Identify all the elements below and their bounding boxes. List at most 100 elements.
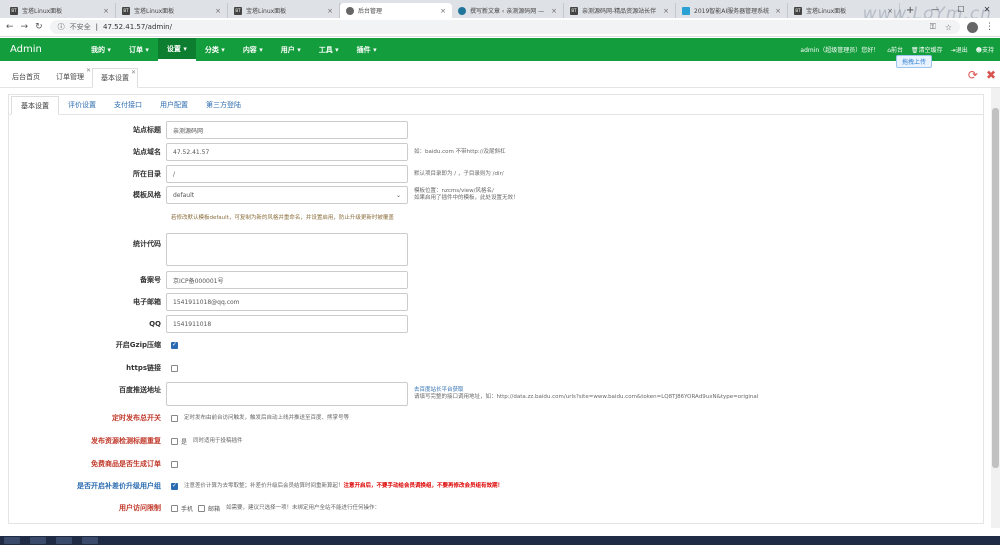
stats-code-label: 统计代码 [133, 240, 161, 248]
support-label: 支持 [981, 47, 994, 54]
upgrade-diff-help-text: 注意差价计算为去零取整；补差价升级后会员结算时间重新算起！ [184, 482, 344, 489]
bt-favicon-icon: BT [570, 6, 578, 15]
upgrade-diff-checkbox[interactable] [171, 482, 178, 490]
taskbar-item[interactable] [30, 537, 46, 544]
access-email-label: 邮箱 [208, 505, 221, 513]
browser-tab[interactable]: 2019智能AI服务器管理系统 × [676, 3, 788, 18]
tab-basic-settings[interactable]: 基本设置 ✕ [92, 68, 138, 88]
tab-orders[interactable]: 订单管理 ✕ [48, 67, 92, 87]
browser-tab[interactable]: BT 宝塔Linux面板 × [228, 3, 340, 18]
row-stats-code: 统计代码 [9, 233, 969, 266]
forward-icon[interactable]: → [21, 22, 29, 32]
trash-icon: 🗑 [911, 47, 919, 54]
browser-tab[interactable]: BT 宝塔Linux面板 × [116, 3, 228, 18]
site-domain-input[interactable]: 47.52.41.57 [166, 143, 408, 161]
info-icon[interactable]: ⓘ [58, 22, 65, 32]
access-phone-checkbox[interactable] [171, 504, 178, 512]
admin-logo[interactable]: Admin [0, 44, 82, 55]
tab-dashboard[interactable]: 后台首页 [4, 67, 48, 87]
bookmark-star-icon[interactable]: ☆ [945, 23, 952, 32]
menu-content[interactable]: 内容 ▾ [234, 38, 272, 61]
directory-help: 默认项目录即为 / ，子目录则为 /dir/ [414, 170, 504, 177]
reload-icon[interactable]: ↻ [35, 22, 43, 32]
close-all-icon[interactable]: ✖ [986, 68, 996, 82]
url-field[interactable]: ⓘ 不安全 | 47.52.41.57/admin/ ⚿ ☆ [49, 20, 960, 34]
close-tab-icon[interactable]: × [327, 7, 333, 15]
menu-kebab-icon[interactable]: ⋮ [985, 22, 994, 32]
page-scrollbar[interactable] [991, 88, 1000, 528]
close-tab-icon[interactable]: × [775, 7, 781, 15]
access-limit-label: 用户访问限制 [119, 504, 161, 512]
icp-input[interactable]: 京ICP备000001号 [166, 271, 408, 289]
browser-tab[interactable]: 撰写新文章 ‹ 亲测源码网 — × [452, 3, 564, 18]
https-checkbox[interactable] [171, 364, 178, 372]
close-tab-icon[interactable]: × [551, 7, 557, 15]
logout-link[interactable]: ⇥退出 [951, 45, 968, 54]
home-link[interactable]: ⌂前台 [887, 45, 903, 54]
email-input[interactable]: 1541911018@qq.com [166, 293, 408, 311]
settings-subtabs: 基本设置 评价设置 支付接口 用户配置 第三方登陆 [9, 95, 983, 115]
row-directory: 所在目录 / 默认项目录即为 / ，子目录则为 /dir/ [9, 165, 969, 183]
qq-input[interactable]: 1541911018 [166, 315, 408, 333]
tab-label: 基本设置 [101, 74, 129, 82]
taskbar-item[interactable] [82, 537, 98, 544]
subtab-review[interactable]: 评价设置 [59, 95, 105, 114]
free-order-checkbox[interactable] [171, 460, 178, 468]
refresh-icon[interactable]: ⟳ [968, 68, 978, 82]
timed-publish-checkbox[interactable] [171, 414, 178, 422]
close-tab-icon[interactable]: ✕ [131, 69, 136, 76]
upgrade-diff-help: 注意差价计算为去零取整；补差价升级后会员结算时间重新算起！注意开启后，不要手动给… [184, 483, 503, 490]
browser-tab-title: 宝塔Linux面板 [22, 8, 63, 15]
menu-users[interactable]: 用户 ▾ [272, 38, 310, 61]
admin-user-area: admin（超级管理员）您好！ ⌂前台 🗑清空缓存 ⇥退出 ☻支持 [800, 45, 1000, 54]
browser-tab[interactable]: BT 亲测源码网-精品资源站长伴 × [564, 3, 676, 18]
subtab-user-config[interactable]: 用户配置 [151, 95, 197, 114]
wordpress-favicon-icon [458, 6, 466, 15]
menu-plugins[interactable]: 插件 ▾ [348, 38, 386, 61]
resource-check-checkbox[interactable] [171, 437, 178, 445]
template-select[interactable]: default ⌄ [166, 186, 408, 204]
directory-input[interactable]: / [166, 165, 408, 183]
menu-settings[interactable]: 设置 ▾ [157, 38, 196, 61]
subtab-basic[interactable]: 基本设置 [11, 96, 59, 115]
key-icon[interactable]: ⚿ [930, 22, 936, 32]
browser-tab-title: 亲测源码网-精品资源站长伴 [582, 8, 657, 15]
baidu-push-textarea[interactable] [166, 382, 408, 406]
close-tab-icon[interactable]: × [103, 7, 109, 15]
stats-code-textarea[interactable] [166, 233, 408, 266]
gzip-checkbox[interactable] [171, 341, 178, 349]
taskbar-item[interactable] [4, 537, 20, 544]
taskbar-item[interactable] [56, 537, 72, 544]
access-email-checkbox[interactable] [198, 504, 206, 512]
subtab-third-party-login[interactable]: 第三方登陆 [197, 95, 250, 114]
gear-favicon-icon [346, 6, 354, 15]
menu-categories[interactable]: 分类 ▾ [196, 38, 234, 61]
baidu-push-label: 百度推送地址 [119, 386, 161, 394]
directory-label: 所在目录 [133, 170, 161, 178]
close-tab-icon[interactable]: × [440, 7, 446, 15]
menu-tools[interactable]: 工具 ▾ [310, 38, 348, 61]
row-template-note: 若修改默认模板default，可复制为新的风格并重命名，并设置启用，防止升级更新… [9, 213, 969, 221]
menu-orders[interactable]: 订单 ▾ [120, 38, 158, 61]
browser-tab-active[interactable]: 后台管理 × [340, 3, 452, 18]
back-icon[interactable]: ← [6, 22, 14, 32]
clear-cache-link[interactable]: 🗑清空缓存 [911, 45, 943, 54]
row-template: 模板风格 default ⌄ 模板位置：nzcms/view/风格名/如果启用了插… [9, 186, 969, 204]
menu-mine[interactable]: 我的 ▾ [82, 38, 120, 61]
browser-tab[interactable]: BT 宝塔Linux面板 × [4, 3, 116, 18]
page-tabs: 后台首页 订单管理 ✕ 基本设置 ✕ [0, 66, 1000, 88]
site-title-input[interactable]: 亲测源码网 [166, 121, 408, 139]
timed-publish-label: 定时发布总开关 [112, 414, 161, 422]
scrollbar-thumb[interactable] [992, 108, 999, 468]
profile-avatar[interactable] [967, 21, 978, 33]
support-link[interactable]: ☻支持 [976, 45, 994, 54]
subtab-payment[interactable]: 支付接口 [105, 95, 151, 114]
upgrade-diff-label: 是否开启补差价升级用户组 [77, 482, 161, 490]
close-tab-icon[interactable]: × [215, 7, 221, 15]
gzip-label: 开启Gzip压缩 [115, 341, 161, 349]
template-help-line2: 如果启用了插件中的模板，此处设置无效！ [414, 195, 519, 201]
close-tab-icon[interactable]: × [663, 7, 669, 15]
template-label: 模板风格 [133, 191, 161, 199]
close-tab-icon[interactable]: ✕ [86, 67, 91, 74]
baidu-push-link[interactable]: 去百度站长平台获取 [414, 387, 758, 394]
